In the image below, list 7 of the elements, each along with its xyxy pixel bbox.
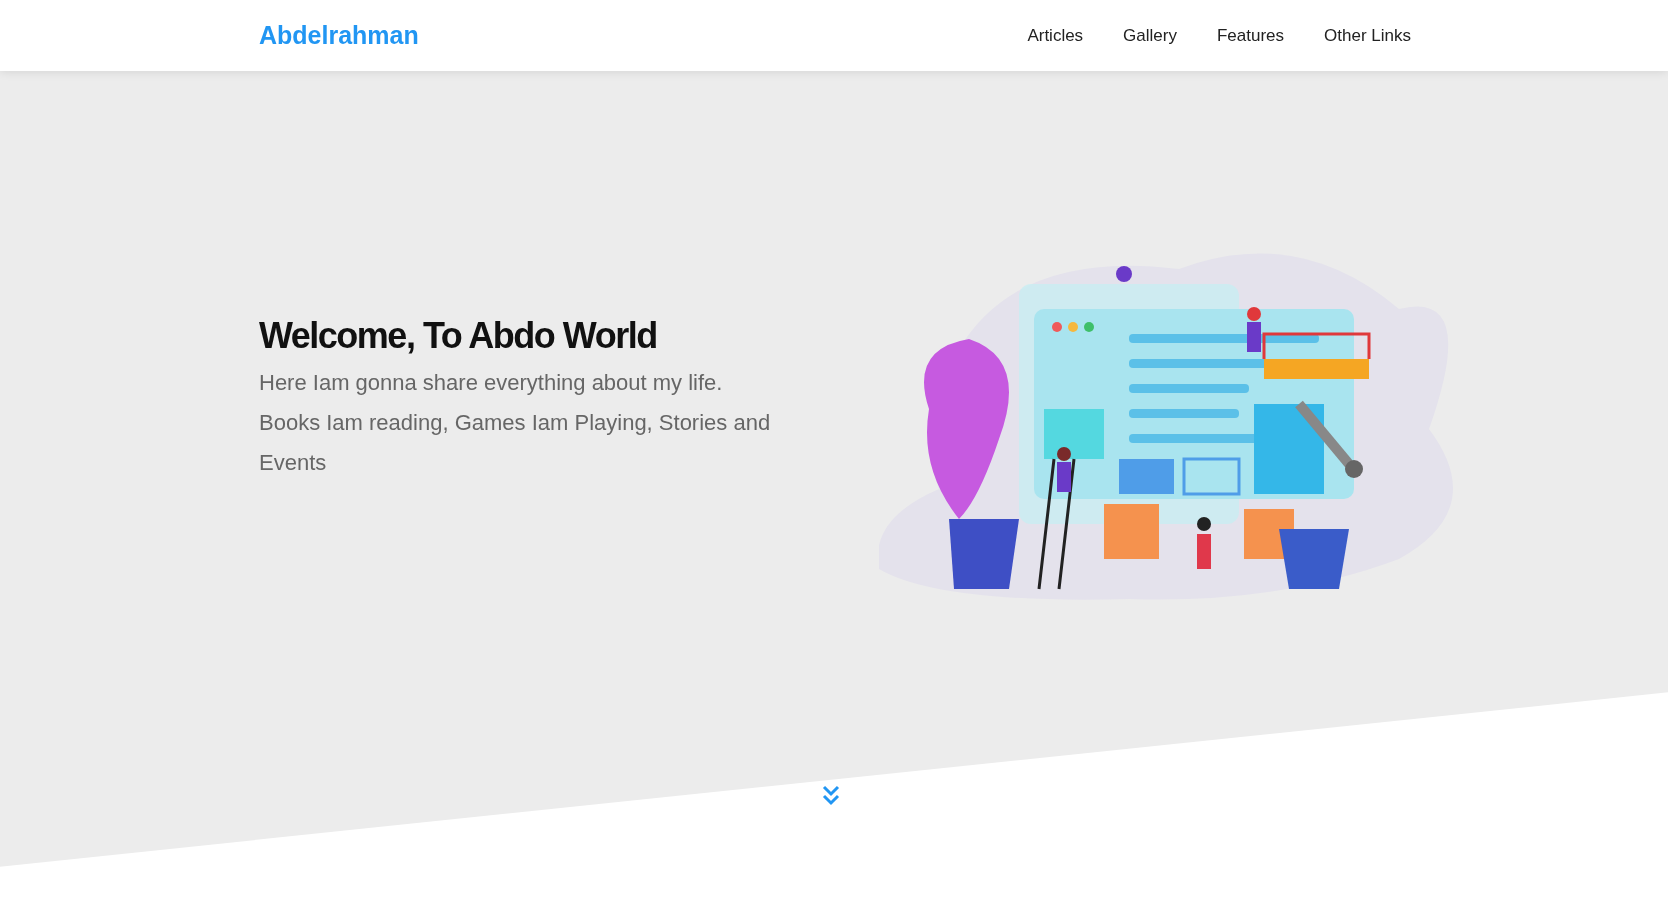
hero-description: Here Iam gonna share everything about my life. Books Iam reading, Games Iam Playing, Stories and Events xyxy=(259,369,772,477)
hero-title: Welcome, To Abdo World xyxy=(259,315,658,357)
nav-link[interactable]: Articles xyxy=(1027,25,1084,46)
nav-link[interactable]: Features xyxy=(1216,25,1285,46)
nav-link[interactable]: Other Links xyxy=(1324,25,1411,46)
nav-link[interactable]: Gallery xyxy=(1123,25,1177,46)
double-chevron-down-icon[interactable] xyxy=(821,785,841,807)
